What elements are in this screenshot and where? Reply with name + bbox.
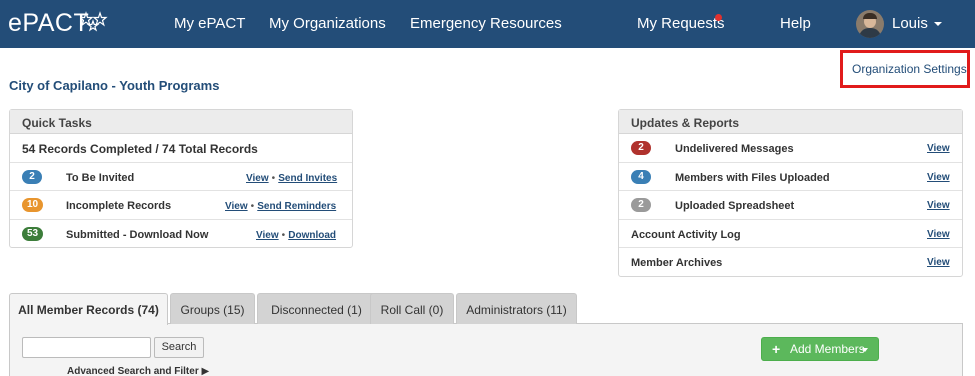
task-row-submitted: 53 Submitted - Download Now View • Downl… xyxy=(10,220,352,249)
separator: • xyxy=(271,172,276,184)
view-link[interactable]: View xyxy=(927,229,950,240)
add-members-button[interactable]: + Add Members xyxy=(761,337,879,361)
search-input[interactable] xyxy=(22,337,151,358)
report-row-spreadsheet: 2 Uploaded Spreadsheet View xyxy=(619,191,962,220)
report-label: Account Activity Log xyxy=(631,228,741,241)
tab-disconnected[interactable]: Disconnected (1) xyxy=(257,293,376,324)
view-link[interactable]: View xyxy=(225,201,248,212)
tab-roll-call[interactable]: Roll Call (0) xyxy=(370,293,454,324)
nav-my-organizations[interactable]: My Organizations xyxy=(269,15,386,32)
count-badge: 2 xyxy=(22,169,42,184)
count-badge: 2 xyxy=(631,198,651,212)
view-link[interactable]: View xyxy=(927,172,950,183)
view-link[interactable]: View xyxy=(256,230,279,241)
report-label: Member Archives xyxy=(631,257,723,269)
send-reminders-link[interactable]: Send Reminders xyxy=(257,201,336,212)
report-label: Uploaded Spreadsheet xyxy=(675,200,795,212)
view-link[interactable]: View xyxy=(927,257,950,268)
count-badge: 2 xyxy=(631,141,651,155)
report-row-undelivered: 2 Undelivered Messages View xyxy=(619,134,962,163)
send-invites-link[interactable]: Send Invites xyxy=(278,173,337,184)
plus-icon: + xyxy=(772,341,781,357)
view-link[interactable]: View xyxy=(927,143,950,154)
top-navigation-bar: ePACT My ePACT My Organizations Emergenc… xyxy=(0,0,975,48)
report-label: Members with Files Uploaded xyxy=(675,171,830,184)
tab-administrators[interactable]: Administrators (11) xyxy=(456,293,577,324)
view-link[interactable]: View xyxy=(246,173,269,184)
updates-reports-panel: Updates & Reports 2 Undelivered Messages… xyxy=(618,109,963,277)
records-summary: 54 Records Completed / 74 Total Records xyxy=(22,142,258,156)
task-label: To Be Invited xyxy=(66,171,135,184)
task-row-to-be-invited: 2 To Be Invited View • Send Invites xyxy=(10,163,352,191)
count-badge: 10 xyxy=(22,198,44,212)
task-label: Incomplete Records xyxy=(66,200,172,212)
quick-tasks-title: Quick Tasks xyxy=(10,110,352,134)
report-row-activity-log: Account Activity Log View xyxy=(619,220,962,248)
view-link[interactable]: View xyxy=(927,200,950,211)
report-row-files-uploaded: 4 Members with Files Uploaded View xyxy=(619,163,962,191)
nav-my-requests[interactable]: My Requests xyxy=(637,15,725,32)
updates-reports-title: Updates & Reports xyxy=(619,110,962,134)
user-name[interactable]: Louis xyxy=(892,15,928,32)
notification-dot xyxy=(715,14,722,21)
page-title: City of Capilano - Youth Programs xyxy=(9,78,220,93)
epact-logo[interactable]: ePACT xyxy=(8,9,89,38)
nav-my-epact[interactable]: My ePACT xyxy=(174,15,245,32)
quick-tasks-panel: Quick Tasks 54 Records Completed / 74 To… xyxy=(9,109,353,248)
add-members-label: Add Members xyxy=(790,342,865,356)
search-button[interactable]: Search xyxy=(154,337,204,358)
count-badge: 4 xyxy=(631,169,651,184)
organization-settings-link[interactable]: Organization Settings xyxy=(852,62,967,76)
count-badge: 53 xyxy=(22,226,44,241)
task-row-incomplete-records: 10 Incomplete Records View • Send Remind… xyxy=(10,191,352,220)
nav-help[interactable]: Help xyxy=(780,15,811,32)
user-avatar[interactable] xyxy=(856,10,884,38)
chevron-down-icon xyxy=(862,348,868,352)
nav-emergency-resources[interactable]: Emergency Resources xyxy=(410,15,562,32)
download-link[interactable]: Download xyxy=(288,230,336,241)
records-summary-row: 54 Records Completed / 74 Total Records xyxy=(10,134,352,163)
report-row-member-archives: Member Archives View xyxy=(619,248,962,277)
logo-stars-icon xyxy=(80,11,108,32)
tab-all-member-records[interactable]: All Member Records (74) xyxy=(9,293,168,325)
task-label: Submitted - Download Now xyxy=(66,228,209,241)
advanced-search-link[interactable]: Advanced Search and Filter ▶ xyxy=(67,366,209,376)
separator: • xyxy=(250,201,255,212)
chevron-down-icon[interactable] xyxy=(934,22,942,26)
report-label: Undelivered Messages xyxy=(675,143,794,155)
separator: • xyxy=(281,229,286,241)
tab-groups[interactable]: Groups (15) xyxy=(170,293,255,324)
